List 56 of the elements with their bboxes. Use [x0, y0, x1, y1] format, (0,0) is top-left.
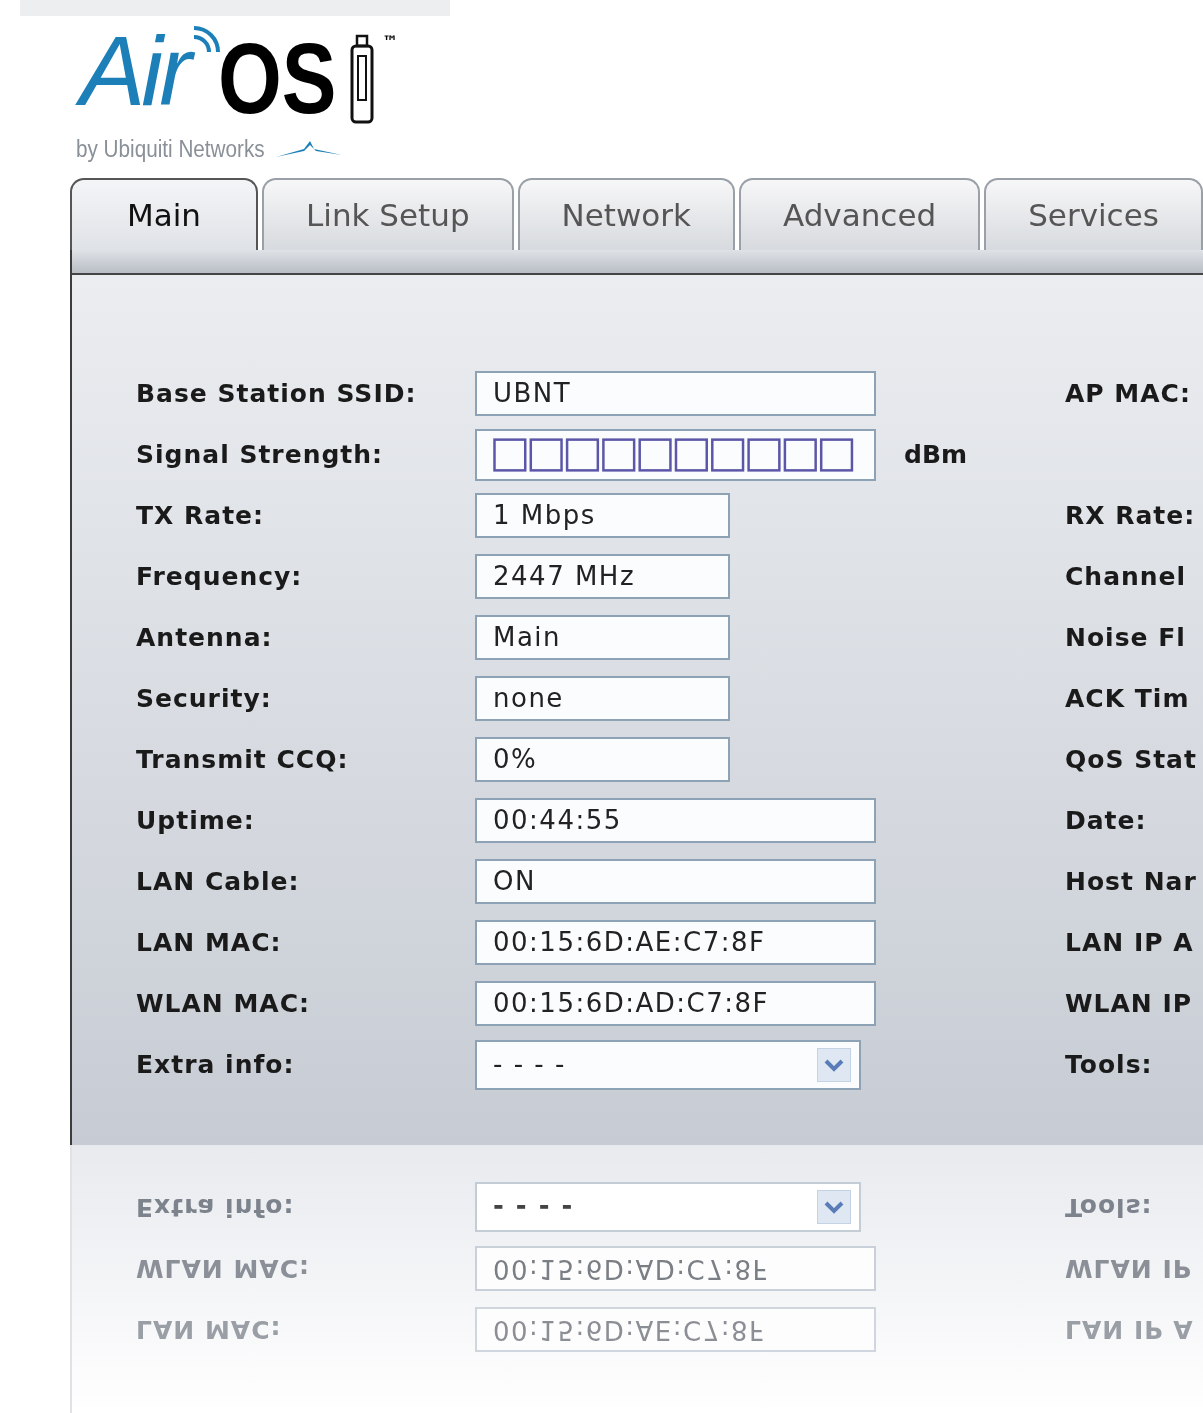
field-label: Tools: [1065, 1048, 1153, 1081]
text-field[interactable]: 0% [475, 737, 730, 782]
field-label: QoS Stat [1065, 743, 1197, 776]
field-label: WLAN MAC: [136, 1253, 312, 1286]
chevron-icon [823, 1057, 845, 1072]
text-field[interactable]: Main [475, 615, 730, 660]
field-label: Host Nar [1065, 865, 1197, 898]
logo-text: Air [76, 15, 196, 128]
text-field[interactable]: 00:15:6D:AD:C7:8F [475, 1246, 876, 1291]
text-field[interactable]: 1 Mbps [475, 493, 730, 538]
tab[interactable]: Link Setup [262, 178, 514, 250]
text-field[interactable]: UBNT [475, 371, 876, 416]
field-label: TX Rate: [136, 499, 266, 532]
wifi-waves-icon [191, 24, 222, 54]
field-label: Extra info: [136, 1192, 296, 1225]
field-label: Extra info: [136, 1048, 296, 1081]
field-label: LAN Cable: [136, 865, 301, 898]
field-label: Security: [136, 682, 273, 715]
field-label: RX Rate: [1065, 499, 1196, 532]
text-field[interactable]: 00:15:6D:AD:C7:8F [475, 981, 876, 1026]
field-label: AP MAC: [1065, 377, 1191, 410]
chevron-icon [823, 1200, 845, 1215]
text-field[interactable]: 00:15:6D:AE:C7:8F [475, 920, 876, 965]
field-label: Tools: [1065, 1192, 1153, 1225]
dropdown[interactable]: - - - - [475, 1182, 861, 1233]
text-field[interactable]: ON [475, 859, 876, 904]
tab[interactable]: Network [517, 178, 735, 250]
field-label: Uptime: [136, 804, 256, 837]
logo-text: OS [217, 28, 337, 128]
field-label: Channel [1065, 560, 1187, 593]
field-label: Noise Fl [1065, 621, 1186, 654]
unit-label: dBm [904, 438, 967, 471]
field-label: Frequency: [136, 560, 304, 593]
text-field[interactable]: 2447 MHz [475, 554, 730, 599]
field-label: LAN MAC: [136, 926, 283, 959]
field-label: LAN IP A [1065, 1314, 1194, 1347]
trademark: ™ [382, 31, 399, 53]
text-field[interactable]: none [475, 676, 730, 721]
field-label: Date: [1065, 804, 1147, 837]
field-label: LAN MAC: [136, 1314, 283, 1347]
field-label: Signal Strength: [136, 438, 385, 471]
tab[interactable]: Services [984, 178, 1203, 250]
field-label: Base Station SSID: [136, 377, 418, 410]
logo-tagline: by Ubiquiti Networks [76, 135, 265, 164]
dropdown[interactable]: - - - - [475, 1039, 861, 1090]
field-label: WLAN IP [1065, 987, 1193, 1020]
tab[interactable]: Advanced [739, 178, 981, 250]
antenna-device-icon [348, 34, 377, 124]
field-label: WLAN MAC: [136, 987, 312, 1020]
field-label: Antenna: [136, 621, 274, 654]
text-field[interactable]: 00:44:55 [475, 798, 876, 843]
field-label: LAN IP A [1065, 926, 1194, 959]
field-label: ACK Tim [1065, 682, 1190, 715]
field-label: WLAN IP [1065, 1253, 1193, 1286]
field-label: Transmit CCQ: [136, 743, 350, 776]
tab[interactable]: Main [70, 178, 258, 250]
